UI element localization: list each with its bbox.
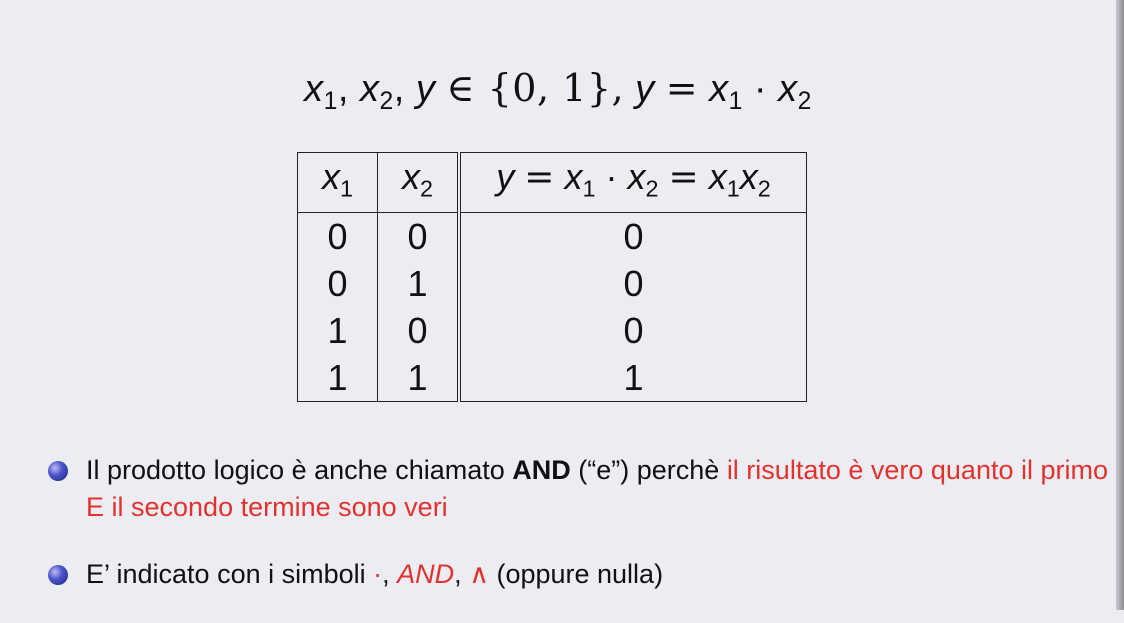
- table-row: 1 0 0: [297, 307, 807, 355]
- header-y: y = x1 · x2 = x1x2: [459, 152, 807, 214]
- bullet-icon: [48, 565, 68, 585]
- truth-table: x1 x2 y = x1 · x2 = x1x2 0 0 0 0 1 0 1 0…: [297, 152, 807, 403]
- bullet-list: Il prodotto logico è anche chiamato AND …: [48, 452, 1108, 623]
- bullet-icon: [48, 461, 68, 481]
- list-item: Il prodotto logico è anche chiamato AND …: [48, 452, 1108, 526]
- slide-right-border: [1116, 0, 1124, 610]
- list-item: E’ indicato con i simboli ·, AND, ∧ (opp…: [48, 556, 1108, 593]
- table-row: 0 0 0: [297, 212, 807, 261]
- header-x1: x1: [297, 152, 378, 214]
- table-row: 1 1 1: [297, 354, 807, 402]
- table-row: 0 1 0: [297, 260, 807, 308]
- formula-definition: x1, x2, y ∈ {0, 1}, y = x1 · x2: [304, 66, 812, 115]
- header-x2: x2: [377, 152, 461, 214]
- table-header-row: x1 x2 y = x1 · x2 = x1x2: [297, 152, 807, 214]
